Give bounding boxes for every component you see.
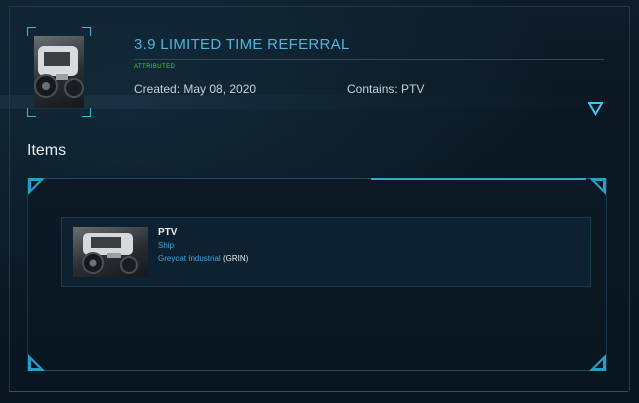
frame-corner: [27, 27, 36, 36]
ptv-ship-image: [73, 227, 148, 277]
contains-summary: Contains: PTV: [347, 82, 425, 96]
items-container: PTV Ship Greycat Industrial (GRIN): [27, 178, 607, 371]
item-type: Ship: [158, 241, 175, 250]
frame-corner: [27, 108, 36, 117]
item-manufacturer: Greycat Industrial (GRIN): [158, 254, 248, 263]
items-accent-bar: [371, 178, 586, 180]
items-bottom-border: [28, 370, 606, 371]
frame-corner: [82, 108, 91, 117]
pledge-title: 3.9 LIMITED TIME REFERRAL: [134, 36, 350, 53]
corner-bracket-icon: [28, 178, 45, 195]
manufacturer-code: GRIN: [225, 254, 246, 263]
pledge-thumbnail[interactable]: [27, 27, 91, 117]
expand-chevron-icon[interactable]: [587, 102, 604, 116]
corner-bracket-icon: [28, 354, 45, 371]
ptv-ship-image: [34, 36, 84, 108]
item-card-ptv[interactable]: PTV Ship Greycat Industrial (GRIN): [61, 217, 591, 287]
item-name: PTV: [158, 227, 178, 238]
panel-divider: [9, 391, 628, 392]
frame-corner: [82, 27, 91, 36]
status-badge: ATTRIBUTED: [134, 64, 176, 70]
manufacturer-code-wrapper: (GRIN): [222, 254, 249, 263]
corner-bracket-icon: [589, 178, 606, 195]
title-divider: [134, 59, 604, 60]
items-heading: Items: [27, 142, 67, 159]
manufacturer-name: Greycat Industrial: [158, 254, 221, 263]
created-date: Created: May 08, 2020: [134, 82, 257, 96]
corner-bracket-icon: [589, 354, 606, 371]
